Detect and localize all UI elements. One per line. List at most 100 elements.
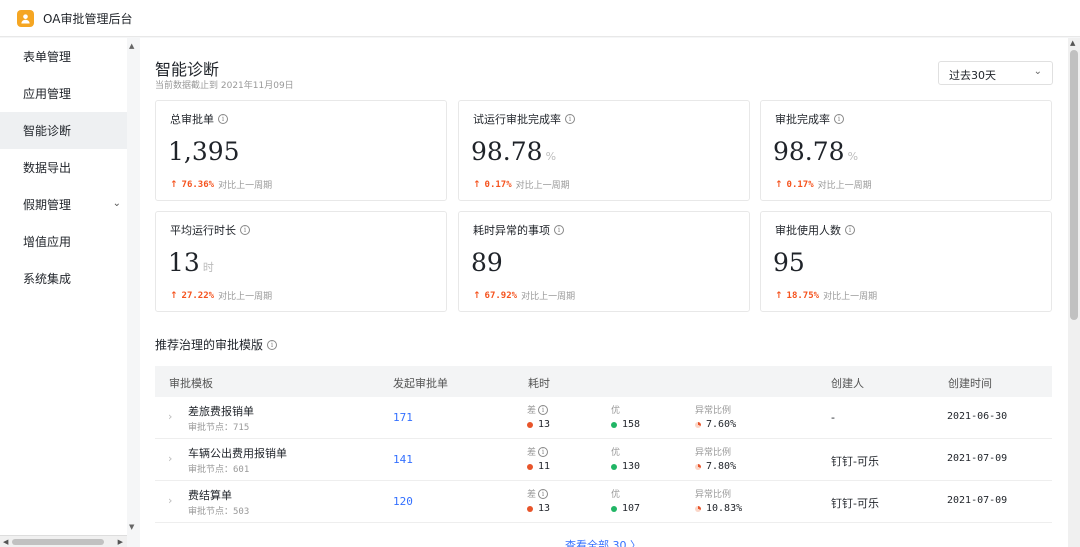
arrow-up-icon: ↑ <box>473 179 481 190</box>
scroll-up-icon[interactable]: ▲ <box>1070 39 1075 47</box>
stat-value: 89 <box>471 248 503 277</box>
sidebar-item-system-integration[interactable]: 系统集成 <box>0 260 127 297</box>
top-bar: OA审批管理后台 <box>0 0 1080 37</box>
stat-compare: 对比上一周期 <box>218 292 273 302</box>
stat-delta: 76.36% <box>181 179 215 190</box>
sidebar-item-label: 表单管理 <box>23 50 72 64</box>
table-row[interactable]: › 差旅费报销单 审批节点：715 171 差i 13 优 158 异常比例 7… <box>155 397 1052 439</box>
scroll-down-icon[interactable]: ▼ <box>129 523 134 531</box>
col-header-created: 创建时间 <box>948 377 992 390</box>
stat-label: 试运行审批完成率 <box>473 113 561 126</box>
time-range-value: 过去30天 <box>949 69 996 82</box>
sidebar-item-form-management[interactable]: 表单管理 <box>0 38 127 75</box>
bad-value: 11 <box>527 461 550 472</box>
green-dot-icon <box>611 505 617 512</box>
scroll-right-icon[interactable]: ▶ <box>118 538 123 546</box>
scrollbar-thumb[interactable] <box>1070 50 1078 320</box>
ratio-value: 7.80% <box>695 461 736 472</box>
scroll-up-icon[interactable]: ▲ <box>129 42 134 50</box>
created-time: 2021-07-09 <box>947 495 1008 506</box>
stat-delta: 18.75% <box>786 290 820 301</box>
submitted-count[interactable]: 171 <box>393 411 413 424</box>
ratio-value: 7.60% <box>695 419 736 430</box>
section-title: 推荐治理的审批模版 i <box>155 336 278 353</box>
sidebar-item-value-added-apps[interactable]: 增值应用 <box>0 223 127 260</box>
page-title: 智能诊断 <box>155 60 220 79</box>
table-row[interactable]: › 车辆公出费用报销单 审批节点：601 141 差i 11 优 130 异常比… <box>155 439 1052 481</box>
red-dot-icon <box>527 463 533 470</box>
stat-label: 审批完成率 <box>775 113 830 126</box>
red-dot-icon <box>527 421 533 428</box>
sidebar-item-leave-management[interactable]: 假期管理 ⌄ <box>0 186 127 223</box>
info-icon[interactable]: i <box>845 225 855 235</box>
ratio-label: 异常比例 <box>695 490 732 500</box>
stat-value: 98.78 <box>471 137 543 166</box>
stat-value: 98.78 <box>773 137 845 166</box>
stat-unit: 时 <box>202 261 214 274</box>
table-row[interactable]: › 费结算单 审批节点：503 120 差i 13 优 107 异常比例 10.… <box>155 481 1052 523</box>
created-time: 2021-07-09 <box>947 453 1008 464</box>
section-title-text: 推荐治理的审批模版 <box>155 338 264 352</box>
pie-icon <box>695 421 701 428</box>
chevron-right-icon[interactable]: › <box>168 494 172 507</box>
stat-label: 耗时异常的事项 <box>473 224 550 237</box>
arrow-up-icon: ↑ <box>170 179 178 190</box>
stat-delta: 27.22% <box>181 290 215 301</box>
sidebar-item-label: 智能诊断 <box>23 124 72 138</box>
info-icon[interactable]: i <box>218 114 228 124</box>
stat-value: 13 <box>168 248 200 277</box>
template-nodes: 审批节点：503 <box>188 507 250 517</box>
scrollbar-thumb[interactable] <box>12 539 104 545</box>
sidebar-scrollbar[interactable]: ▲ ▼ <box>127 38 139 535</box>
stat-delta: 0.17% <box>786 179 814 190</box>
stat-unit: % <box>545 150 557 163</box>
template-name: 差旅费报销单 <box>188 405 254 418</box>
info-icon[interactable]: i <box>538 488 549 499</box>
info-icon[interactable]: i <box>538 446 549 457</box>
sidebar-horizontal-scrollbar[interactable]: ◀ ▶ <box>0 535 127 547</box>
chevron-down-icon: ⌄ <box>1033 66 1042 77</box>
main-scrollbar[interactable]: ▲ <box>1068 38 1080 547</box>
scroll-left-icon[interactable]: ◀ <box>3 538 8 546</box>
stat-unit: % <box>847 150 859 163</box>
ratio-value: 10.83% <box>695 503 742 514</box>
stat-label: 审批使用人数 <box>775 224 841 237</box>
chevron-right-icon[interactable]: › <box>168 410 172 423</box>
sidebar-item-app-management[interactable]: 应用管理 <box>0 75 127 112</box>
pie-icon <box>695 463 701 470</box>
stat-card-abnormal-items: 耗时异常的事项 i 89 ↑ 67.92% 对比上一周期 <box>458 211 750 312</box>
good-value: 107 <box>611 503 640 514</box>
sidebar-item-smart-diagnosis[interactable]: 智能诊断 <box>0 112 127 149</box>
col-header-creator: 创建人 <box>831 377 864 390</box>
good-label: 优 <box>611 406 621 416</box>
sidebar-item-label: 数据导出 <box>23 161 72 175</box>
ratio-label: 异常比例 <box>695 406 732 416</box>
creator: - <box>831 411 835 424</box>
app-title: OA审批管理后台 <box>43 11 133 26</box>
template-name: 车辆公出费用报销单 <box>188 447 287 460</box>
time-range-select[interactable]: 过去30天 ⌄ <box>938 61 1053 85</box>
submitted-count[interactable]: 141 <box>393 453 413 466</box>
created-time: 2021-06-30 <box>947 411 1008 422</box>
stat-label: 总审批单 <box>170 113 214 126</box>
info-icon[interactable]: i <box>565 114 575 124</box>
stat-value: 1,395 <box>168 137 240 166</box>
submitted-count[interactable]: 120 <box>393 495 413 508</box>
stat-delta: 0.17% <box>484 179 512 190</box>
info-icon[interactable]: i <box>240 225 250 235</box>
info-icon[interactable]: i <box>834 114 844 124</box>
chevron-right-icon[interactable]: › <box>168 452 172 465</box>
stat-label: 平均运行时长 <box>170 224 236 237</box>
sidebar-item-data-export[interactable]: 数据导出 <box>0 149 127 186</box>
arrow-up-icon: ↑ <box>775 290 783 301</box>
info-icon[interactable]: i <box>554 225 564 235</box>
bad-label: 差i <box>527 445 549 458</box>
creator: 钉钉-可乐 <box>831 497 879 510</box>
stat-value: 95 <box>773 248 805 277</box>
template-nodes: 审批节点：601 <box>188 465 250 475</box>
view-all-link[interactable]: 查看全部 30 〉 <box>565 537 641 547</box>
info-icon[interactable]: i <box>538 404 549 415</box>
stat-delta: 67.92% <box>484 290 518 301</box>
sidebar-item-label: 假期管理 <box>23 198 72 212</box>
info-icon[interactable]: i <box>267 339 278 350</box>
